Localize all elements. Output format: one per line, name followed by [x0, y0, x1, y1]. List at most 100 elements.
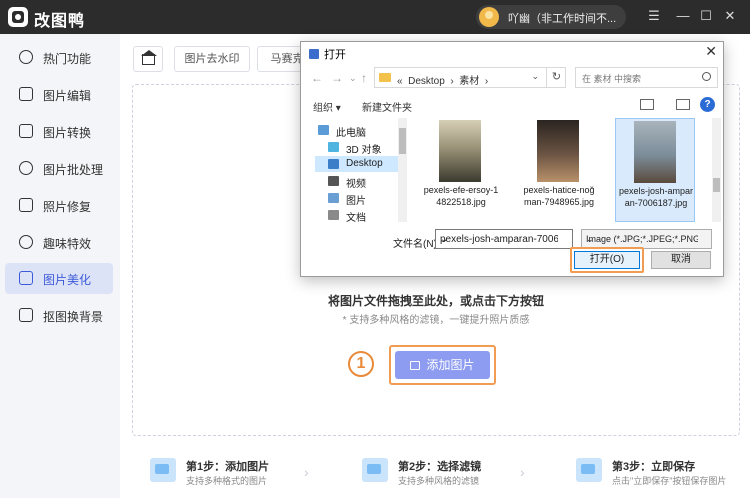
address-path: « Desktop › 素材 › — [397, 72, 488, 87]
step-3: 第3步：立即保存 点击"立即保存"按钮保存图片 — [576, 454, 746, 490]
app-logo-icon — [8, 7, 28, 27]
close-button[interactable]: ✕ — [722, 8, 738, 24]
tree-scroll-thumb[interactable] — [399, 128, 406, 154]
recent-dropdown-icon[interactable]: ⌄ — [349, 73, 357, 84]
sidebar: 热门功能 图片编辑 图片转换 图片批处理 照片修复 趣味特效 图片美化 抠图换背… — [0, 34, 120, 498]
preview-pane-icon[interactable] — [676, 99, 690, 110]
help-icon[interactable]: ? — [700, 97, 715, 112]
sidebar-item-label: 图片美化 — [43, 273, 92, 287]
menu-icon[interactable]: ☰ — [646, 8, 662, 24]
minimize-button[interactable]: — — [675, 8, 691, 24]
sidebar-item-effects[interactable]: 趣味特效 — [5, 227, 113, 258]
address-bar[interactable]: « Desktop › 素材 › ⌄ — [374, 67, 566, 88]
filter-step-icon — [362, 458, 388, 482]
address-dropdown-icon[interactable]: ⌄ — [531, 71, 539, 82]
new-folder-button[interactable]: 新建文件夹 — [362, 99, 412, 114]
search-input[interactable]: 在 素材 中搜索 — [575, 67, 718, 88]
tree-item-documents[interactable]: 文档 — [316, 207, 408, 224]
sidebar-item-label: 图片编辑 — [43, 89, 92, 103]
sidebar-item-hot[interactable]: 热门功能 — [5, 42, 113, 73]
sparkle-icon — [19, 235, 33, 249]
image-icon — [410, 361, 421, 370]
avatar — [479, 7, 499, 27]
sidebar-item-convert[interactable]: 图片转换 — [5, 116, 113, 147]
add-image-label: 添加图片 — [426, 358, 475, 372]
view-options-icon[interactable] — [640, 99, 654, 110]
file-item-selected[interactable]: pexels-josh-amparan-7006187.jpg — [615, 118, 695, 222]
filename-field[interactable]: pexels-josh-amparan-7006187 ⌄ — [435, 229, 573, 249]
picture-icon — [328, 193, 339, 203]
organize-menu[interactable]: 组织 ▾ — [313, 99, 341, 114]
title-bar: 改图鸭 吖幽（非工作时间不... ☰ — ☐ ✕ — [0, 0, 750, 34]
app-window: 改图鸭 吖幽（非工作时间不... ☰ — ☐ ✕ 热门功能 图片编辑 图片转换 … — [0, 0, 750, 498]
home-button[interactable] — [133, 46, 163, 72]
sidebar-item-label: 抠图换背景 — [43, 310, 104, 324]
tree-item-this-pc[interactable]: 此电脑 — [316, 122, 408, 139]
file-item[interactable]: pexels-efe-ersoy-14822518.jpg — [421, 118, 501, 222]
sidebar-item-beautify[interactable]: 图片美化 — [5, 263, 113, 294]
video-icon — [328, 176, 339, 186]
up-arrow-icon[interactable]: ↑ — [361, 71, 367, 85]
convert-icon — [19, 124, 33, 138]
address-separator: › — [450, 76, 454, 87]
file-name: pexels-josh-amparan-7006187.jpg — [618, 186, 694, 208]
maximize-button[interactable]: ☐ — [698, 8, 714, 24]
cutout-icon — [19, 308, 33, 322]
sidebar-item-edit[interactable]: 图片编辑 — [5, 79, 113, 110]
repair-icon — [19, 198, 33, 212]
step-desc: 点击"立即保存"按钮保存图片 — [612, 476, 727, 486]
tree-item-pictures[interactable]: 图片 — [316, 190, 408, 207]
step-title: 第3步：立即保存 — [612, 461, 696, 473]
address-separator: › — [484, 76, 489, 87]
file-type-select[interactable]: Image (*.JPG;*.JPEG;*.PNG;*.I ⌄ — [581, 229, 712, 249]
user-account[interactable]: 吖幽（非工作时间不... — [476, 5, 626, 29]
batch-icon — [19, 161, 33, 175]
tree-item-3d-objects[interactable]: 3D 对象 — [316, 139, 408, 156]
home-icon-body — [142, 54, 155, 65]
sidebar-item-label: 图片批处理 — [43, 163, 104, 177]
file-list-scrollbar[interactable] — [712, 118, 721, 222]
tree-scrollbar[interactable] — [398, 118, 407, 222]
dialog-app-icon — [309, 49, 319, 59]
file-name: pexels-hatice-noğman-7948965.jpg — [523, 185, 595, 207]
highlight-box-add: 添加图片 — [389, 345, 496, 385]
file-list-scroll-thumb[interactable] — [713, 178, 720, 192]
cancel-button[interactable]: 取消 — [651, 251, 711, 269]
open-file-dialog: 打开 ✕ ← → ⌄ ↑ « Desktop › 素材 › ⌄ ↻ 在 素材 中… — [300, 41, 724, 277]
tree-item-label: 图片 — [346, 196, 366, 207]
drop-title: 将图片文件拖拽至此处，或点击下方按钮 — [327, 294, 544, 308]
file-item[interactable]: pexels-hatice-noğman-7948965.jpg — [519, 118, 599, 222]
address-segment[interactable]: Desktop — [408, 76, 445, 87]
sidebar-item-label: 照片修复 — [43, 200, 92, 214]
step-desc: 支持多种格式的图片 — [186, 476, 268, 486]
tree-item-videos[interactable]: 视频 — [316, 173, 408, 190]
add-image-button[interactable]: 添加图片 — [395, 351, 490, 379]
file-thumbnail — [634, 121, 676, 183]
open-button[interactable]: 打开(O) — [574, 251, 640, 269]
forward-arrow-icon[interactable]: → — [331, 71, 343, 85]
tree-item-desktop[interactable]: Desktop — [315, 156, 399, 172]
tab-watermark-removal[interactable]: 图片去水印 — [174, 46, 250, 72]
desktop-icon — [328, 159, 339, 169]
sidebar-item-label: 图片转换 — [43, 126, 92, 140]
navigation-tree: 此电脑 3D 对象 Desktop 视频 图片 文档 — [306, 118, 408, 224]
app-name: 改图鸭 — [34, 13, 86, 30]
sidebar-item-cutout[interactable]: 抠图换背景 — [5, 300, 113, 331]
back-arrow-icon[interactable]: ← — [311, 71, 323, 85]
step-2: 第2步：选择滤镜 支持多种风格的滤镜 — [362, 454, 512, 490]
add-image-step-icon — [150, 458, 176, 482]
file-thumbnail — [537, 120, 579, 182]
sidebar-item-batch[interactable]: 图片批处理 — [5, 153, 113, 184]
dialog-close-button[interactable]: ✕ — [705, 43, 717, 60]
sidebar-item-repair[interactable]: 照片修复 — [5, 190, 113, 221]
save-step-icon — [576, 458, 602, 482]
tree-item-label: 文档 — [346, 213, 366, 224]
refresh-icon[interactable]: ↻ — [546, 68, 566, 87]
search-placeholder: 在 素材 中搜索 — [582, 74, 642, 84]
address-segment[interactable]: 素材 — [459, 76, 479, 87]
tree-item-label: 3D 对象 — [346, 145, 382, 156]
chevron-down-icon[interactable]: ⌄ — [440, 234, 558, 245]
chevron-down-icon[interactable]: ⌄ — [586, 234, 698, 245]
chevron-right-icon: › — [304, 464, 309, 480]
tree-item-label: 此电脑 — [336, 128, 366, 139]
